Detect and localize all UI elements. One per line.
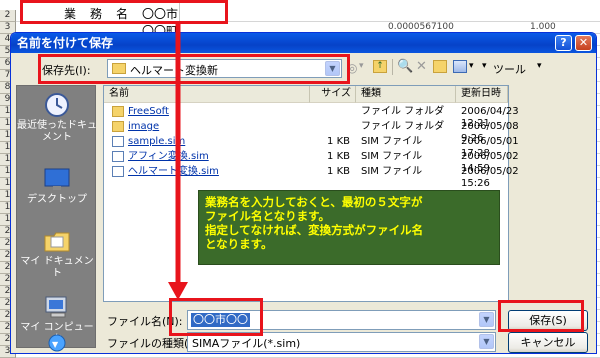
arrow-head xyxy=(168,282,188,300)
arrow-overlay xyxy=(168,24,188,300)
